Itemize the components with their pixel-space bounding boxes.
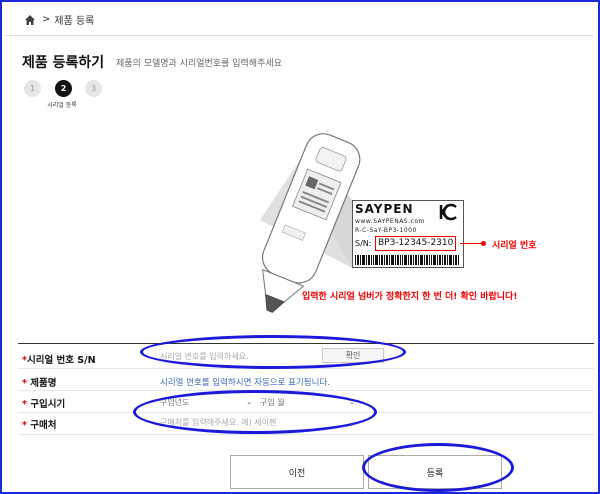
product-label-text: 제품명 bbox=[30, 378, 57, 389]
submit-button[interactable]: 등록 bbox=[368, 455, 502, 489]
serial-callout-label: 시리얼 번호 bbox=[492, 241, 537, 251]
home-icon[interactable] bbox=[24, 14, 36, 26]
kc-mark-icon bbox=[439, 203, 457, 221]
label-sn-value: BP3-12345-2310 bbox=[375, 236, 457, 251]
label-model: R-C-SaY-BP3-1000 bbox=[355, 227, 417, 234]
row-divider bbox=[18, 412, 594, 413]
row-divider bbox=[18, 368, 594, 369]
required-mark: * bbox=[22, 399, 27, 410]
purchase-place-label: * 구매처 bbox=[22, 417, 57, 431]
purchase-date-label: * 구입시기 bbox=[22, 396, 65, 410]
purchase-place-input[interactable] bbox=[160, 415, 340, 429]
chevron-down-icon: ⌄ bbox=[349, 398, 355, 406]
page-subtitle: 제품의 모델명과 시리얼번호를 입력해주세요 bbox=[116, 59, 282, 69]
breadcrumb-current: 제품 등록 bbox=[54, 16, 95, 27]
serial-label-text: 시리얼 번호 S/N bbox=[26, 355, 96, 366]
step-indicator: 1 2 3 시리얼 등록 bbox=[22, 80, 112, 116]
required-mark: * bbox=[22, 378, 27, 389]
step-caption: 시리얼 등록 bbox=[47, 102, 77, 109]
label-url: www.SAYPENAS.com bbox=[355, 218, 425, 225]
purchase-month-value: 구입 월 bbox=[260, 397, 285, 407]
breadcrumb: > 제품 등록 bbox=[24, 12, 94, 27]
purchase-place-label-text: 구매처 bbox=[30, 420, 57, 431]
barcode-icon bbox=[355, 255, 459, 265]
serial-label: *시리얼 번호 S/N bbox=[22, 352, 96, 366]
form-bottom-rule bbox=[18, 434, 594, 435]
page-title: 제품 등록하기 bbox=[22, 55, 105, 71]
chevron-down-icon: ⌄ bbox=[246, 398, 252, 406]
prev-button[interactable]: 이전 bbox=[230, 455, 364, 489]
purchase-month-select[interactable]: 구입 월 ⌄ bbox=[260, 395, 355, 409]
step-1: 1 bbox=[24, 80, 41, 97]
product-name-hint: 시리얼 번호를 입력하시면 자동으로 표기됩니다. bbox=[160, 378, 330, 388]
callout-line bbox=[460, 243, 482, 244]
label-sn-prefix: S/N: bbox=[355, 239, 372, 248]
row-divider bbox=[18, 390, 594, 391]
purchase-year-value: 구입년도 bbox=[160, 397, 190, 407]
breadcrumb-separator: > bbox=[42, 14, 51, 25]
serial-warning: 입력한 시리얼 넘버가 정확한지 한 번 더! 확인 바랍니다! bbox=[302, 292, 518, 302]
step-2-active: 2 bbox=[55, 80, 72, 97]
purchase-year-select[interactable]: 구입년도 ⌄ bbox=[160, 395, 252, 409]
callout-dot bbox=[481, 241, 486, 246]
purchase-date-label-text: 구입시기 bbox=[30, 399, 66, 410]
step-3: 3 bbox=[85, 80, 102, 97]
header-divider bbox=[4, 35, 594, 36]
required-mark: * bbox=[22, 420, 27, 431]
serial-input[interactable] bbox=[160, 349, 310, 363]
form-top-rule bbox=[18, 343, 594, 344]
brand-logo-text: SAYPEN bbox=[355, 202, 414, 216]
confirm-serial-button[interactable]: 확인 bbox=[322, 348, 384, 363]
product-label: * 제품명 bbox=[22, 375, 57, 389]
